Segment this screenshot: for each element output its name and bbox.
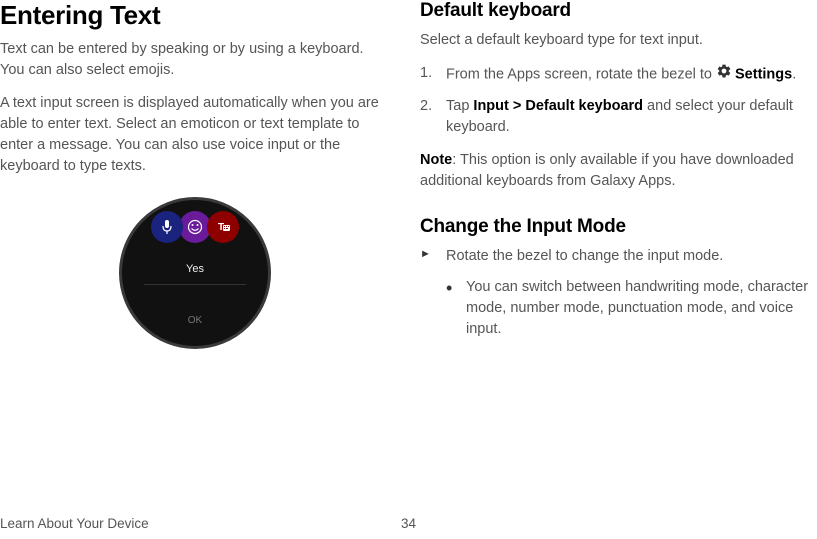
step-2-prefix: Tap [446, 98, 473, 114]
keyboard-icon: T [207, 211, 239, 243]
default-keyboard-intro: Select a default keyboard type for text … [420, 30, 810, 51]
watch-ok-text: OK [122, 315, 268, 326]
bullet-detail: You can switch between handwriting mode,… [446, 277, 810, 340]
step-1-suffix: . [792, 66, 796, 82]
main-heading: Entering Text [0, 0, 390, 31]
intro-paragraph-1: Text can be entered by speaking or by us… [0, 39, 390, 81]
watch-illustration: T Yes OK [0, 197, 390, 349]
step-1-prefix: From the Apps screen, rotate the bezel t… [446, 66, 716, 82]
footer-page-number: 34 [401, 516, 416, 531]
page-footer: Learn About Your Device 34 [0, 516, 817, 531]
note-label: Note [420, 152, 452, 168]
arrow-instruction: Rotate the bezel to change the input mod… [420, 246, 810, 267]
step-1: From the Apps screen, rotate the bezel t… [420, 63, 810, 86]
intro-paragraph-2: A text input screen is displayed automat… [0, 93, 390, 177]
settings-icon [716, 63, 732, 86]
note-paragraph: Note: This option is only available if y… [420, 150, 810, 192]
subheading-change-input-mode: Change the Input Mode [420, 216, 810, 238]
note-text: : This option is only available if you h… [420, 152, 794, 189]
mic-icon [151, 211, 183, 243]
watch-yes-text: Yes [122, 263, 268, 275]
watch-input-tabs: T [153, 211, 237, 243]
watch-divider [144, 284, 246, 285]
step-2-bold: Input > Default keyboard [473, 98, 643, 114]
steps-list: From the Apps screen, rotate the bezel t… [420, 63, 810, 138]
watch-face: T Yes OK [119, 197, 271, 349]
step-1-bold: Settings [735, 66, 792, 82]
subheading-default-keyboard: Default keyboard [420, 0, 810, 22]
step-2: Tap Input > Default keyboard and select … [420, 96, 810, 138]
footer-section-title: Learn About Your Device [0, 516, 149, 531]
